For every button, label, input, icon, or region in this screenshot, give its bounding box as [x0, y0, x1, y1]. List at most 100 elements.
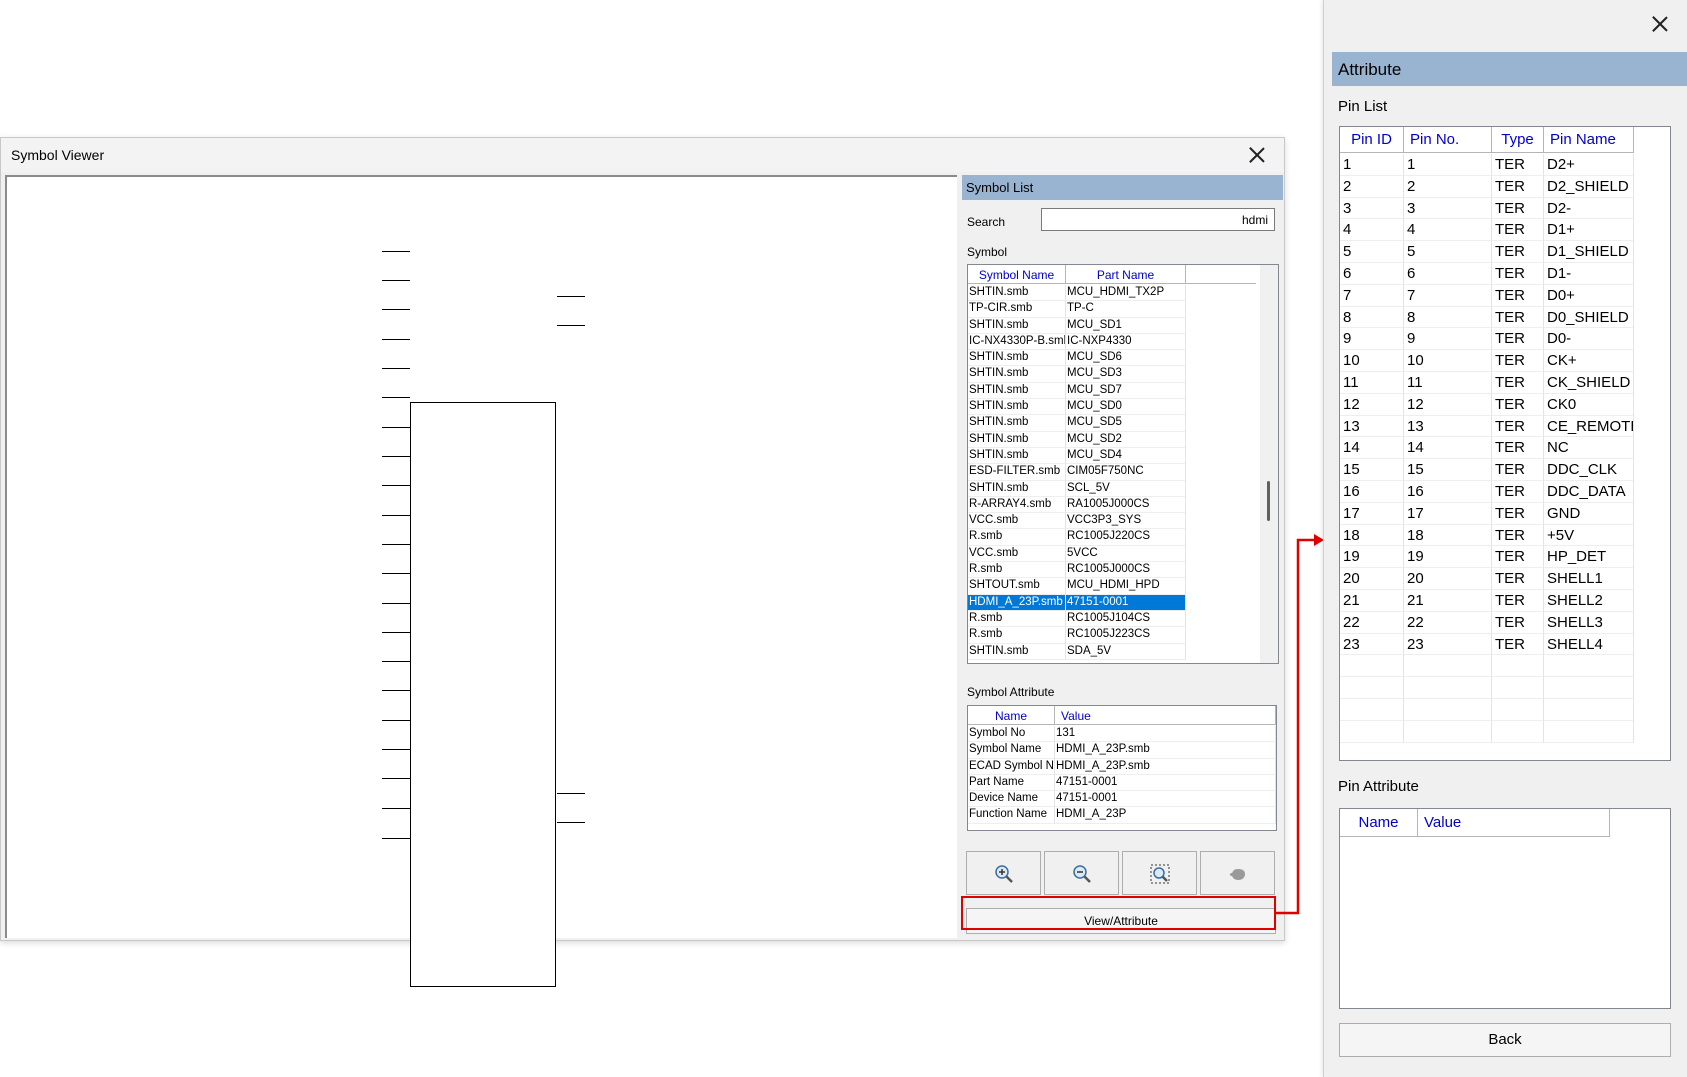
table-row[interactable]: Symbol No 131: [968, 726, 1276, 743]
table-row[interactable]: IC-NX4330P-B.smb IC-NXP4330: [968, 333, 1186, 351]
table-row[interactable]: SHTIN.smb MCU_SD5: [968, 415, 1186, 432]
table-row[interactable]: 17 17 TER GND: [1340, 502, 1634, 525]
scrollbar-thumb[interactable]: [1267, 481, 1270, 521]
table-row[interactable]: R.smb RC1005J000CS: [968, 562, 1186, 579]
table-row[interactable]: Part Name 47151-0001: [968, 774, 1276, 792]
table-row[interactable]: SHTIN.smb MCU_SD2: [968, 431, 1186, 448]
table-row[interactable]: SHTIN.smb MCU_HDMI_TX2P: [968, 285, 1186, 302]
table-cell: SHTIN.smb: [968, 382, 1066, 400]
table-cell: D0+: [1544, 284, 1634, 307]
table-cell: MCU_HDMI_TX2P: [1066, 285, 1186, 302]
symbol-attribute-table[interactable]: Name Value Symbol No 131 Symbol Name HDMI_A…: [967, 705, 1277, 831]
zoom-out-button[interactable]: [1044, 851, 1119, 895]
column-header-symbol-name[interactable]: Symbol Name: [968, 265, 1066, 284]
table-row[interactable]: 19 19 TER HP_DET: [1340, 546, 1634, 569]
table-row[interactable]: SHTOUT.smb MCU_HDMI_HPD: [968, 578, 1186, 595]
pin-attribute-table[interactable]: Name Value: [1339, 808, 1671, 1009]
table-row[interactable]: 15 15 TER DDC_CLK: [1340, 459, 1634, 481]
table-row[interactable]: ECAD Symbol NameHDMI_A_23P.smb: [968, 758, 1276, 775]
column-header-name[interactable]: Name: [968, 706, 1055, 725]
table-row[interactable]: VCC.smb VCC3P3_SYS: [968, 513, 1186, 530]
table-cell: 21: [1404, 589, 1492, 612]
table-row[interactable]: 8 8 TER D0_SHIELD: [1340, 306, 1634, 329]
table-row[interactable]: 16 16 TER DDC_DATA: [1340, 480, 1634, 503]
table-row[interactable]: R-ARRAY4.smb RA1005J000CS: [968, 496, 1186, 514]
table-cell: SHTIN.smb: [968, 350, 1066, 367]
table-cell: D0_SHIELD: [1544, 306, 1634, 329]
symbol-table[interactable]: Symbol Name Part Name SHTIN.smb MCU_HDMI_…: [967, 264, 1279, 664]
back-button[interactable]: Back: [1339, 1023, 1671, 1057]
table-row[interactable]: 9 9 TER D0-: [1340, 328, 1634, 351]
table-row[interactable]: 7 7 TER D0+: [1340, 284, 1634, 307]
column-header-part-name[interactable]: Part Name: [1066, 265, 1186, 284]
table-cell: TER: [1492, 524, 1544, 547]
table-row[interactable]: R.smb RC1005J220CS: [968, 529, 1186, 546]
window-title: Symbol Viewer: [11, 147, 105, 163]
table-row[interactable]: TP-CIR.smb TP-C: [968, 301, 1186, 318]
column-header-pin-id[interactable]: Pin ID: [1340, 127, 1404, 153]
table-row[interactable]: 3 3 TER D2-: [1340, 197, 1634, 220]
table-row[interactable]: 21 21 TER SHELL2: [1340, 589, 1634, 612]
column-header-name[interactable]: Name: [1340, 809, 1418, 837]
column-header-value[interactable]: Value: [1418, 809, 1610, 837]
table-row[interactable]: 14 14 TER NC: [1340, 437, 1634, 460]
table-row[interactable]: 6 6 TER D1-: [1340, 262, 1634, 285]
zoom-fit-button[interactable]: [1122, 851, 1197, 895]
symbol-pin-left: [382, 309, 410, 310]
pan-button[interactable]: [1200, 851, 1275, 895]
table-row[interactable]: SHTIN.smb MCU_SD7: [968, 382, 1186, 400]
table-row[interactable]: ESD-FILTER.smb CIM05F750NC: [968, 464, 1186, 481]
table-cell: TER: [1492, 480, 1544, 503]
column-header-type[interactable]: Type: [1492, 127, 1544, 153]
view-attribute-button[interactable]: View/Attribute: [966, 908, 1276, 934]
table-row[interactable]: 5 5 TER D1_SHIELD: [1340, 241, 1634, 263]
table-row[interactable]: 20 20 TER SHELL1: [1340, 568, 1634, 590]
table-row[interactable]: HDMI_A_23P.smb 47151-0001: [968, 594, 1186, 611]
table-row[interactable]: 10 10 TER CK+: [1340, 350, 1634, 372]
table-row[interactable]: Function Name HDMI_A_23P: [968, 807, 1276, 824]
table-cell: DDC_DATA: [1544, 480, 1634, 503]
table-row[interactable]: Symbol Name HDMI_A_23P.smb: [968, 742, 1276, 759]
table-row[interactable]: R.smb RC1005J104CS: [968, 610, 1186, 628]
table-cell: 23: [1340, 633, 1404, 656]
table-cell: 12: [1340, 393, 1404, 416]
pin-attribute-label: Pin Attribute: [1338, 778, 1419, 795]
table-row[interactable]: Device Name 47151-0001: [968, 791, 1276, 808]
table-row[interactable]: SHTIN.smb MCU_SD0: [968, 399, 1186, 416]
table-row[interactable]: SHTIN.smb MCU_SD1: [968, 317, 1186, 334]
column-header-pin-name[interactable]: Pin Name: [1544, 127, 1634, 153]
table-row[interactable]: VCC.smb 5VCC: [968, 545, 1186, 563]
column-header-value[interactable]: Value: [1055, 706, 1276, 725]
callout-arrow: [1276, 534, 1324, 915]
table-cell: SHTIN.smb: [968, 480, 1066, 497]
attribute-header: Attribute: [1332, 52, 1687, 86]
table-row[interactable]: SHTIN.smb MCU_SD6: [968, 350, 1186, 367]
table-row[interactable]: 12 12 TER CK0: [1340, 393, 1634, 416]
table-row[interactable]: 11 11 TER CK_SHIELD: [1340, 371, 1634, 394]
symbol-canvas[interactable]: [5, 175, 957, 987]
table-row[interactable]: 13 13 TER CE_REMOTE: [1340, 415, 1634, 438]
table-row[interactable]: SHTIN.smb SDA_5V: [968, 643, 1186, 660]
table-row[interactable]: 18 18 TER +5V: [1340, 524, 1634, 547]
table-row[interactable]: SHTIN.smb MCU_SD4: [968, 447, 1186, 465]
close-icon[interactable]: [1651, 15, 1669, 33]
column-header-pin-no[interactable]: Pin No.: [1404, 127, 1492, 153]
table-cell: 9: [1404, 328, 1492, 351]
table-row[interactable]: R.smb RC1005J223CS: [968, 627, 1186, 644]
table-cell: R-ARRAY4.smb: [968, 496, 1066, 514]
table-row[interactable]: 2 2 TER D2_SHIELD: [1340, 175, 1634, 198]
close-icon[interactable]: [1248, 146, 1266, 164]
symbol-pin-left: [382, 397, 410, 398]
table-row[interactable]: 4 4 TER D1+: [1340, 219, 1634, 242]
table-cell: TER: [1492, 568, 1544, 590]
table-cell: TER: [1492, 241, 1544, 263]
empty-cell: [1492, 655, 1544, 678]
table-row[interactable]: 22 22 TER SHELL3: [1340, 611, 1634, 634]
table-row[interactable]: 1 1 TER D2+: [1340, 154, 1634, 176]
pin-list-table[interactable]: Pin ID Pin No. Type Pin Name 1 1 TER D2+ 2 2 T…: [1339, 126, 1671, 761]
table-row[interactable]: SHTIN.smb MCU_SD3: [968, 366, 1186, 383]
search-input[interactable]: [1041, 208, 1275, 231]
zoom-in-button[interactable]: [966, 851, 1041, 895]
table-row[interactable]: SHTIN.smb SCL_5V: [968, 480, 1186, 497]
table-row[interactable]: 23 23 TER SHELL4: [1340, 633, 1634, 656]
